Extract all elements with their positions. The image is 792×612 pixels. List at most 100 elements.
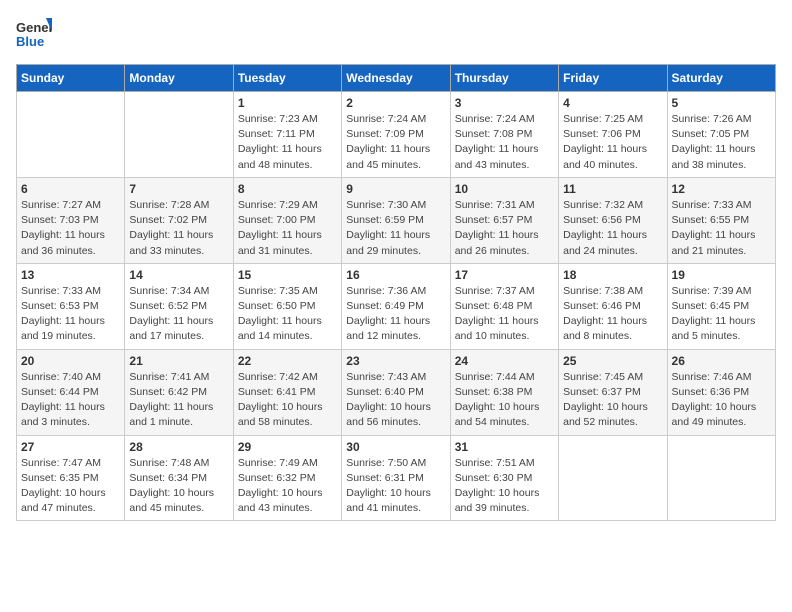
day-info: Sunrise: 7:25 AM Sunset: 7:06 PM Dayligh… [563,112,662,173]
day-of-week-header: Sunday [17,65,125,92]
calendar-cell: 24Sunrise: 7:44 AM Sunset: 6:38 PM Dayli… [450,349,558,435]
day-of-week-header: Wednesday [342,65,450,92]
day-of-week-header: Monday [125,65,233,92]
day-info: Sunrise: 7:27 AM Sunset: 7:03 PM Dayligh… [21,198,120,259]
day-number: 31 [455,440,554,454]
calendar-cell: 21 Sunrise: 7:41 AM Sunset: 6:42 PM Dayli… [125,349,233,435]
day-number: 16 [346,268,445,282]
day-info: Sunrise: 7:48 AM Sunset: 6:34 PM Dayligh… [129,456,228,517]
calendar-cell: 1Sunrise: 7:23 AM Sunset: 7:11 PM Daylig… [233,92,341,178]
day-info: Sunrise: 7:24 AM Sunset: 7:09 PM Dayligh… [346,112,445,173]
day-of-week-header: Tuesday [233,65,341,92]
day-info: Sunrise: 7:33 AM Sunset: 6:55 PM Dayligh… [672,198,771,259]
day-info: Sunrise: 7:28 AM Sunset: 7:02 PM Dayligh… [129,198,228,259]
day-number: 18 [563,268,662,282]
day-info: Sunrise: 7:38 AM Sunset: 6:46 PM Dayligh… [563,284,662,345]
day-number: 17 [455,268,554,282]
calendar-header-row: SundayMondayTuesdayWednesdayThursdayFrid… [17,65,776,92]
day-number: 4 [563,96,662,110]
calendar-cell: 9 Sunrise: 7:30 AM Sunset: 6:59 PM Daylig… [342,177,450,263]
day-of-week-header: Thursday [450,65,558,92]
day-number: 26 [672,354,771,368]
day-info: Sunrise: 7:44 AM Sunset: 6:38 PM Dayligh… [455,370,554,431]
day-info: Sunrise: 7:26 AM Sunset: 7:05 PM Dayligh… [672,112,771,173]
day-info: Sunrise: 7:50 AM Sunset: 6:31 PM Dayligh… [346,456,445,517]
day-info: Sunrise: 7:46 AM Sunset: 6:36 PM Dayligh… [672,370,771,431]
calendar-cell: 30 Sunrise: 7:50 AM Sunset: 6:31 PM Dayli… [342,435,450,521]
calendar-cell: 5 Sunrise: 7:26 AM Sunset: 7:05 PM Daylig… [667,92,775,178]
calendar-cell: 19 Sunrise: 7:39 AM Sunset: 6:45 PM Dayli… [667,263,775,349]
svg-text:Blue: Blue [16,34,44,49]
logo: General Blue [16,16,52,52]
day-info: Sunrise: 7:51 AM Sunset: 6:30 PM Dayligh… [455,456,554,517]
calendar-cell: 23 Sunrise: 7:43 AM Sunset: 6:40 PM Dayli… [342,349,450,435]
calendar-cell [559,435,667,521]
calendar-cell: 31 Sunrise: 7:51 AM Sunset: 6:30 PM Dayli… [450,435,558,521]
calendar-cell [125,92,233,178]
day-info: Sunrise: 7:36 AM Sunset: 6:49 PM Dayligh… [346,284,445,345]
calendar-week-row: 13Sunrise: 7:33 AM Sunset: 6:53 PM Dayli… [17,263,776,349]
day-info: Sunrise: 7:41 AM Sunset: 6:42 PM Dayligh… [129,370,228,431]
day-number: 25 [563,354,662,368]
calendar-cell: 27Sunrise: 7:47 AM Sunset: 6:35 PM Dayli… [17,435,125,521]
calendar-cell: 11Sunrise: 7:32 AM Sunset: 6:56 PM Dayli… [559,177,667,263]
calendar: SundayMondayTuesdayWednesdayThursdayFrid… [16,64,776,521]
day-info: Sunrise: 7:39 AM Sunset: 6:45 PM Dayligh… [672,284,771,345]
calendar-cell: 28 Sunrise: 7:48 AM Sunset: 6:34 PM Dayli… [125,435,233,521]
day-number: 28 [129,440,228,454]
day-number: 7 [129,182,228,196]
calendar-cell: 3Sunrise: 7:24 AM Sunset: 7:08 PM Daylig… [450,92,558,178]
day-number: 8 [238,182,337,196]
calendar-cell: 17Sunrise: 7:37 AM Sunset: 6:48 PM Dayli… [450,263,558,349]
day-info: Sunrise: 7:40 AM Sunset: 6:44 PM Dayligh… [21,370,120,431]
day-of-week-header: Friday [559,65,667,92]
svg-text:General: General [16,20,52,35]
calendar-cell: 29 Sunrise: 7:49 AM Sunset: 6:32 PM Dayli… [233,435,341,521]
day-number: 14 [129,268,228,282]
day-number: 6 [21,182,120,196]
day-info: Sunrise: 7:24 AM Sunset: 7:08 PM Dayligh… [455,112,554,173]
calendar-cell: 25 Sunrise: 7:45 AM Sunset: 6:37 PM Dayli… [559,349,667,435]
day-number: 23 [346,354,445,368]
day-number: 2 [346,96,445,110]
day-number: 21 [129,354,228,368]
calendar-week-row: 20 Sunrise: 7:40 AM Sunset: 6:44 PM Dayli… [17,349,776,435]
day-number: 19 [672,268,771,282]
calendar-cell: 13Sunrise: 7:33 AM Sunset: 6:53 PM Dayli… [17,263,125,349]
day-info: Sunrise: 7:35 AM Sunset: 6:50 PM Dayligh… [238,284,337,345]
calendar-week-row: 27Sunrise: 7:47 AM Sunset: 6:35 PM Dayli… [17,435,776,521]
calendar-cell: 22 Sunrise: 7:42 AM Sunset: 6:41 PM Dayli… [233,349,341,435]
day-info: Sunrise: 7:43 AM Sunset: 6:40 PM Dayligh… [346,370,445,431]
day-info: Sunrise: 7:45 AM Sunset: 6:37 PM Dayligh… [563,370,662,431]
calendar-week-row: 1Sunrise: 7:23 AM Sunset: 7:11 PM Daylig… [17,92,776,178]
calendar-cell: 4 Sunrise: 7:25 AM Sunset: 7:06 PM Daylig… [559,92,667,178]
calendar-cell: 26 Sunrise: 7:46 AM Sunset: 6:36 PM Dayli… [667,349,775,435]
day-info: Sunrise: 7:30 AM Sunset: 6:59 PM Dayligh… [346,198,445,259]
day-number: 9 [346,182,445,196]
day-info: Sunrise: 7:23 AM Sunset: 7:11 PM Dayligh… [238,112,337,173]
calendar-cell: 20 Sunrise: 7:40 AM Sunset: 6:44 PM Dayli… [17,349,125,435]
calendar-cell: 2 Sunrise: 7:24 AM Sunset: 7:09 PM Daylig… [342,92,450,178]
day-info: Sunrise: 7:42 AM Sunset: 6:41 PM Dayligh… [238,370,337,431]
day-info: Sunrise: 7:34 AM Sunset: 6:52 PM Dayligh… [129,284,228,345]
calendar-cell: 15Sunrise: 7:35 AM Sunset: 6:50 PM Dayli… [233,263,341,349]
day-number: 30 [346,440,445,454]
logo-svg: General Blue [16,16,52,52]
calendar-cell: 10Sunrise: 7:31 AM Sunset: 6:57 PM Dayli… [450,177,558,263]
calendar-cell [667,435,775,521]
day-info: Sunrise: 7:49 AM Sunset: 6:32 PM Dayligh… [238,456,337,517]
day-number: 5 [672,96,771,110]
calendar-cell: 18 Sunrise: 7:38 AM Sunset: 6:46 PM Dayli… [559,263,667,349]
calendar-cell: 14 Sunrise: 7:34 AM Sunset: 6:52 PM Dayli… [125,263,233,349]
day-number: 20 [21,354,120,368]
day-number: 13 [21,268,120,282]
calendar-cell: 16 Sunrise: 7:36 AM Sunset: 6:49 PM Dayli… [342,263,450,349]
day-number: 22 [238,354,337,368]
calendar-cell: 8Sunrise: 7:29 AM Sunset: 7:00 PM Daylig… [233,177,341,263]
calendar-cell: 7 Sunrise: 7:28 AM Sunset: 7:02 PM Daylig… [125,177,233,263]
calendar-cell: 6 Sunrise: 7:27 AM Sunset: 7:03 PM Daylig… [17,177,125,263]
calendar-cell: 12Sunrise: 7:33 AM Sunset: 6:55 PM Dayli… [667,177,775,263]
day-number: 29 [238,440,337,454]
day-info: Sunrise: 7:47 AM Sunset: 6:35 PM Dayligh… [21,456,120,517]
day-number: 10 [455,182,554,196]
